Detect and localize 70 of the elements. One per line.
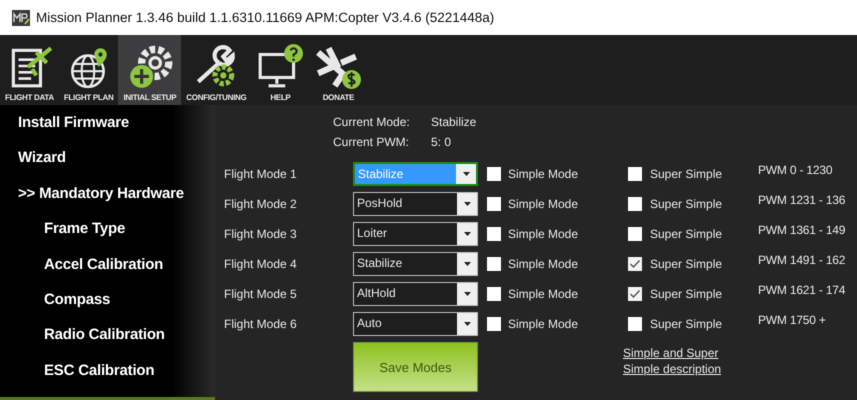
pwm-value: 5: 0	[431, 135, 452, 149]
mode-dropdown[interactable]: PosHold	[353, 192, 478, 216]
checkbox[interactable]	[487, 167, 501, 181]
checkbox[interactable]	[487, 317, 501, 331]
checkbox-label: Super Simple	[650, 227, 724, 241]
mode-dropdown[interactable]: Stabilize	[353, 252, 478, 276]
mode-value: Stabilize	[431, 115, 478, 129]
checkbox[interactable]	[628, 167, 642, 181]
checkbox-label: Super Simple	[650, 257, 724, 271]
mode-label: Flight Mode 1	[224, 167, 298, 181]
toolbar-tab[interactable]: FLIGHT DATA	[0, 35, 59, 105]
mode-dropdown[interactable]: Auto	[353, 312, 478, 336]
checkbox-label: Super Simple	[650, 167, 724, 181]
dropdown-caret-icon	[464, 292, 470, 296]
checkbox[interactable]	[487, 257, 501, 271]
sidebar-item[interactable]: Accel Calibration	[0, 256, 215, 291]
checkbox[interactable]	[628, 257, 642, 271]
save-button[interactable]: Save Modes	[353, 342, 478, 392]
checkbox-label: Super Simple	[650, 197, 724, 211]
checkbox-label: Super Simple	[650, 287, 724, 301]
window-title: Mission Planner 1.3.46 build 1.1.6310.11669 APM:Copter V3.4.6 (5221448a)	[36, 10, 494, 25]
checkbox[interactable]	[487, 227, 501, 241]
toolbar-tab[interactable]: FLIGHT PLAN	[58, 35, 118, 105]
dropdown-caret-icon	[464, 322, 470, 326]
toolbar-tab[interactable]: CONFIG/TUNING	[181, 35, 252, 105]
mode-label: Flight Mode 6	[224, 317, 298, 331]
mode-label: Flight Mode 3	[224, 227, 298, 241]
mode-dropdown[interactable]: AltHold	[353, 282, 478, 306]
dropdown-caret-icon	[464, 262, 470, 266]
checkbox[interactable]	[628, 317, 642, 331]
sidebar-item[interactable]: ESC Calibration	[0, 362, 215, 397]
sidebar-item[interactable]: Radio Calibration	[0, 326, 215, 362]
checkbox-label: Simple Mode	[508, 197, 580, 211]
checkbox[interactable]	[628, 287, 642, 301]
mode-dropdown[interactable]: Loiter	[353, 222, 478, 246]
toolbar-tab[interactable]: INITIAL SETUP	[118, 35, 182, 105]
pwm-range: PWM 1361 - 149	[758, 223, 846, 237]
pwm-range: PWM 0 - 1230	[758, 163, 832, 177]
sidebar-item[interactable]: Wizard	[0, 149, 215, 185]
checkbox-label: Simple Mode	[508, 287, 580, 301]
mode-label: Flight Mode 4	[224, 257, 298, 271]
pwm-label: Current PWM:	[333, 135, 410, 149]
dropdown-caret-icon	[464, 202, 470, 206]
pwm-range: PWM 1491 - 162	[758, 253, 846, 267]
checkbox[interactable]	[487, 287, 501, 301]
dropdown-caret-icon	[464, 232, 470, 236]
pwm-range: PWM 1750 +	[758, 313, 826, 327]
sidebar-item[interactable]: Compass	[0, 290, 215, 326]
checkbox-label: Simple Mode	[508, 317, 580, 331]
sidebar-item[interactable]: >> Mandatory Hardware	[0, 184, 215, 220]
checkbox[interactable]	[628, 227, 642, 241]
checkbox-label: Simple Mode	[508, 167, 580, 181]
pwm-range: PWM 1231 - 136	[758, 193, 846, 207]
app-logo-icon	[12, 10, 30, 26]
checkbox[interactable]	[628, 197, 642, 211]
mode-label: Flight Mode 5	[224, 287, 298, 301]
pwm-range: PWM 1621 - 174	[758, 283, 846, 297]
mode-label: Current Mode:	[333, 115, 411, 129]
description-link[interactable]: Simple and Super Simple description	[623, 345, 733, 377]
checkbox-label: Simple Mode	[508, 227, 580, 241]
checkbox[interactable]	[487, 197, 501, 211]
toolbar-tab[interactable]: DONATE	[309, 35, 368, 105]
checkbox-label: Simple Mode	[508, 257, 580, 271]
sidebar-item[interactable]: Frame Type	[0, 220, 215, 256]
checkbox-label: Super Simple	[650, 317, 724, 331]
dropdown-caret-icon	[462, 172, 470, 176]
mode-label: Flight Mode 2	[224, 197, 298, 211]
monitor-question-icon	[256, 42, 304, 90]
toolbar-tab[interactable]: HELP	[251, 35, 310, 105]
sidebar-item[interactable]: Install Firmware	[0, 114, 215, 150]
